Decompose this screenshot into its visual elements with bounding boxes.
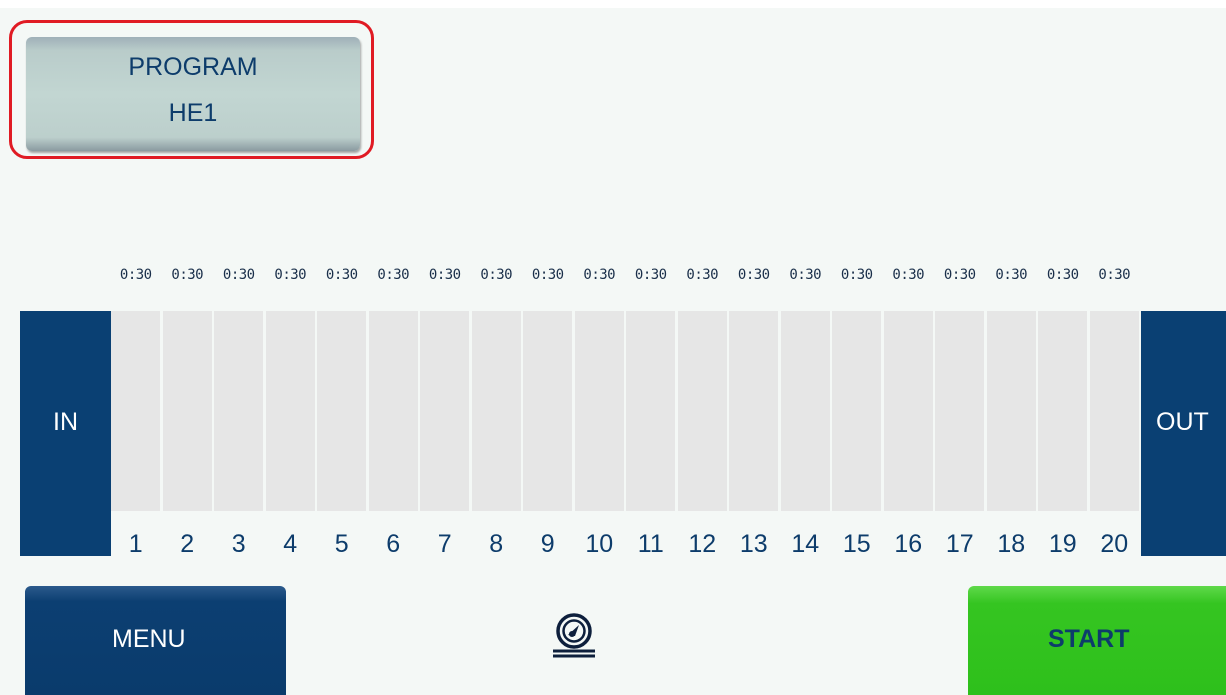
station-slot[interactable] [111,311,161,511]
station-number-label: 4 [283,530,298,558]
station-time-label: 0:30 [222,267,255,283]
station-slot[interactable] [883,311,933,511]
station-time-label: 0:30 [171,267,204,283]
station-slot[interactable] [317,311,367,511]
station-time-label: 0:30 [789,267,822,283]
station-slot[interactable] [265,311,315,511]
station-time-label: 0:30 [840,267,873,283]
station-time-label: 0:30 [325,267,358,283]
station-slot[interactable] [729,311,779,511]
start-button-label: START [1048,625,1130,653]
station-slot[interactable] [935,311,985,511]
station-number-label: 20 [1100,530,1129,558]
station-number-label: 2 [180,530,195,558]
station-time-label: 0:30 [737,267,770,283]
station-number-label: 1 [128,530,143,558]
station-slot[interactable] [214,311,264,511]
station-time-label: 0:30 [1046,267,1079,283]
station-slot[interactable] [986,311,1036,511]
program-title-label: PROGRAM [128,53,258,81]
station-number-label: 6 [386,530,401,558]
station-slots-row [110,311,1140,511]
station-slot[interactable] [780,311,830,511]
station-time-label: 0:30 [119,267,152,283]
station-slot[interactable] [832,311,882,511]
station-number-label: 14 [791,530,820,558]
station-time-label: 0:30 [1098,267,1131,283]
program-select-button[interactable]: PROGRAM HE1 [26,37,360,151]
station-slot[interactable] [420,311,470,511]
station-slot[interactable] [1038,311,1088,511]
station-numbers-row: 1 2 3 4 5 6 7 8 9 10 11 12 13 14 15 16 17 18 19 20 [110,527,1140,561]
station-slot[interactable] [677,311,727,511]
station-time-label: 0:30 [274,267,307,283]
station-time-label: 0:30 [531,267,564,283]
station-times-row: 0:30 0:30 0:30 0:30 0:30 0:30 0:30 0:30 0:30 0:30… [110,267,1140,291]
station-number-label: 7 [437,530,452,558]
station-number-label: 13 [739,530,768,558]
menu-button-label: MENU [112,625,186,653]
station-time-label: 0:30 [892,267,925,283]
station-number-label: 10 [585,530,614,558]
conveyor-out-block: OUT [1141,311,1226,556]
station-number-label: 5 [334,530,349,558]
conveyor-in-block: IN [20,311,111,556]
station-slot[interactable] [368,311,418,511]
program-name-label: HE1 [168,99,218,127]
station-number-label: 19 [1048,530,1077,558]
station-number-label: 18 [997,530,1026,558]
station-number-label: 16 [894,530,923,558]
station-time-label: 0:30 [634,267,667,283]
pressure-gauge-icon[interactable] [549,611,599,661]
station-time-label: 0:30 [943,267,976,283]
station-time-label: 0:30 [583,267,616,283]
start-button[interactable]: START [968,586,1226,695]
station-number-label: 12 [688,530,717,558]
station-slot[interactable] [162,311,212,511]
station-slot[interactable] [471,311,521,511]
station-number-label: 9 [540,530,555,558]
station-slot[interactable] [1089,311,1139,511]
in-label: IN [53,408,78,436]
station-slot[interactable] [574,311,624,511]
station-time-label: 0:30 [995,267,1028,283]
menu-button[interactable]: MENU [25,586,286,695]
station-number-label: 17 [945,530,974,558]
station-number-label: 11 [637,530,664,558]
station-number-label: 8 [489,530,504,558]
station-number-label: 3 [231,530,246,558]
station-time-label: 0:30 [480,267,513,283]
station-time-label: 0:30 [377,267,410,283]
station-number-label: 15 [842,530,871,558]
station-time-label: 0:30 [428,267,461,283]
station-slot[interactable] [523,311,573,511]
out-label: OUT [1156,408,1209,436]
station-time-label: 0:30 [686,267,719,283]
station-slot[interactable] [626,311,676,511]
